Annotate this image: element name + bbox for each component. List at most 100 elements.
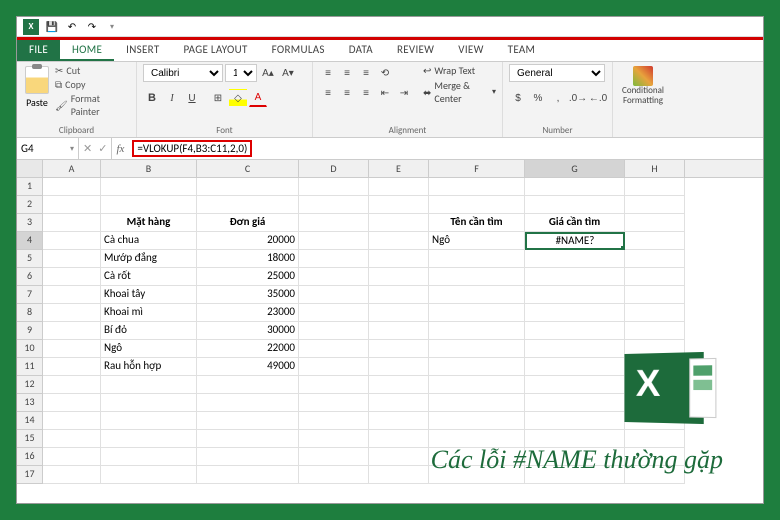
cell[interactable] xyxy=(625,196,685,214)
save-icon[interactable]: 💾 xyxy=(45,20,59,34)
cell[interactable] xyxy=(197,466,299,484)
cell[interactable] xyxy=(525,376,625,394)
format-painter-button[interactable]: 🖌Format Painter xyxy=(55,92,130,118)
row-header[interactable]: 17 xyxy=(17,466,43,484)
cell[interactable] xyxy=(429,394,525,412)
tab-formulas[interactable]: FORMULAS xyxy=(260,40,337,61)
cell[interactable] xyxy=(429,358,525,376)
cell[interactable] xyxy=(197,448,299,466)
cell[interactable] xyxy=(429,322,525,340)
cell[interactable] xyxy=(369,448,429,466)
cell[interactable] xyxy=(101,394,197,412)
cell[interactable] xyxy=(299,304,369,322)
cell[interactable] xyxy=(429,376,525,394)
cell[interactable] xyxy=(429,250,525,268)
cell[interactable] xyxy=(43,268,101,286)
cell[interactable]: 22000 xyxy=(197,340,299,358)
cell[interactable] xyxy=(369,232,429,250)
cell[interactable] xyxy=(429,304,525,322)
row-header[interactable]: 15 xyxy=(17,430,43,448)
qat-dropdown-icon[interactable]: ▾ xyxy=(105,20,119,34)
borders-button[interactable]: ⊞ xyxy=(209,89,227,107)
font-size-select[interactable]: 11 xyxy=(225,64,257,82)
cell[interactable] xyxy=(625,214,685,232)
row-header[interactable]: 1 xyxy=(17,178,43,196)
wrap-text-button[interactable]: ↩Wrap Text xyxy=(423,64,496,77)
underline-button[interactable]: U xyxy=(183,89,201,107)
align-bottom-button[interactable]: ≡ xyxy=(357,64,375,82)
cell[interactable] xyxy=(43,358,101,376)
cancel-formula-icon[interactable]: ✕ xyxy=(83,142,92,155)
cell[interactable] xyxy=(525,304,625,322)
cell[interactable] xyxy=(369,376,429,394)
accounting-button[interactable]: $ xyxy=(509,89,527,107)
cell[interactable] xyxy=(101,466,197,484)
align-center-button[interactable]: ≡ xyxy=(338,84,356,102)
formula-input[interactable]: =VLOKUP(F4,B3:C11,2,0) xyxy=(128,138,763,159)
align-right-button[interactable]: ≡ xyxy=(357,84,375,102)
cell[interactable] xyxy=(101,430,197,448)
col-header-D[interactable]: D xyxy=(299,160,369,177)
row-header[interactable]: 5 xyxy=(17,250,43,268)
cell[interactable]: 18000 xyxy=(197,250,299,268)
cell[interactable]: 23000 xyxy=(197,304,299,322)
cell[interactable] xyxy=(429,268,525,286)
cell[interactable]: 49000 xyxy=(197,358,299,376)
cell[interactable] xyxy=(43,232,101,250)
italic-button[interactable]: I xyxy=(163,89,181,107)
row-header[interactable]: 2 xyxy=(17,196,43,214)
cell[interactable] xyxy=(525,394,625,412)
row-header[interactable]: 3 xyxy=(17,214,43,232)
cell[interactable] xyxy=(625,268,685,286)
cell[interactable] xyxy=(43,376,101,394)
cell[interactable]: 25000 xyxy=(197,268,299,286)
col-header-A[interactable]: A xyxy=(43,160,101,177)
cell[interactable] xyxy=(299,232,369,250)
cell[interactable]: Cà chua xyxy=(101,232,197,250)
fx-icon[interactable]: fx xyxy=(112,138,128,159)
col-header-E[interactable]: E xyxy=(369,160,429,177)
cell[interactable]: Cà rốt xyxy=(101,268,197,286)
cell[interactable]: Ngô xyxy=(429,232,525,250)
col-header-B[interactable]: B xyxy=(101,160,197,177)
cell[interactable] xyxy=(369,196,429,214)
bold-button[interactable]: B xyxy=(143,89,161,107)
cell[interactable] xyxy=(101,412,197,430)
cell[interactable]: Giá cần tìm xyxy=(525,214,625,232)
fill-color-button[interactable]: ◇ xyxy=(229,89,247,107)
row-header[interactable]: 9 xyxy=(17,322,43,340)
conditional-formatting-button[interactable]: Conditional Formatting xyxy=(619,64,667,108)
increase-font-button[interactable]: A▴ xyxy=(259,64,277,82)
orientation-button[interactable]: ⟲ xyxy=(376,64,394,82)
cell[interactable] xyxy=(525,322,625,340)
cell[interactable]: Ngô xyxy=(101,340,197,358)
cell[interactable] xyxy=(197,412,299,430)
cell[interactable] xyxy=(101,448,197,466)
redo-icon[interactable]: ↷ xyxy=(85,20,99,34)
row-header[interactable]: 13 xyxy=(17,394,43,412)
cell[interactable] xyxy=(369,358,429,376)
copy-button[interactable]: ⧉Copy xyxy=(55,78,130,91)
cell[interactable] xyxy=(299,394,369,412)
tab-team[interactable]: TEAM xyxy=(496,40,548,61)
cell[interactable] xyxy=(369,412,429,430)
row-header[interactable]: 6 xyxy=(17,268,43,286)
cell[interactable] xyxy=(43,304,101,322)
cell[interactable] xyxy=(429,412,525,430)
row-header[interactable]: 10 xyxy=(17,340,43,358)
row-header[interactable]: 12 xyxy=(17,376,43,394)
cell[interactable] xyxy=(369,340,429,358)
undo-icon[interactable]: ↶ xyxy=(65,20,79,34)
cell[interactable]: Mướp đắng xyxy=(101,250,197,268)
cell[interactable] xyxy=(101,196,197,214)
cell[interactable] xyxy=(369,268,429,286)
percent-button[interactable]: % xyxy=(529,89,547,107)
tab-page-layout[interactable]: PAGE LAYOUT xyxy=(171,40,259,61)
select-all-corner[interactable] xyxy=(17,160,43,177)
cell[interactable] xyxy=(429,196,525,214)
cell[interactable] xyxy=(299,430,369,448)
cell[interactable] xyxy=(299,196,369,214)
increase-indent-button[interactable]: ⇥ xyxy=(395,84,413,102)
cell[interactable] xyxy=(369,394,429,412)
cell[interactable] xyxy=(429,340,525,358)
